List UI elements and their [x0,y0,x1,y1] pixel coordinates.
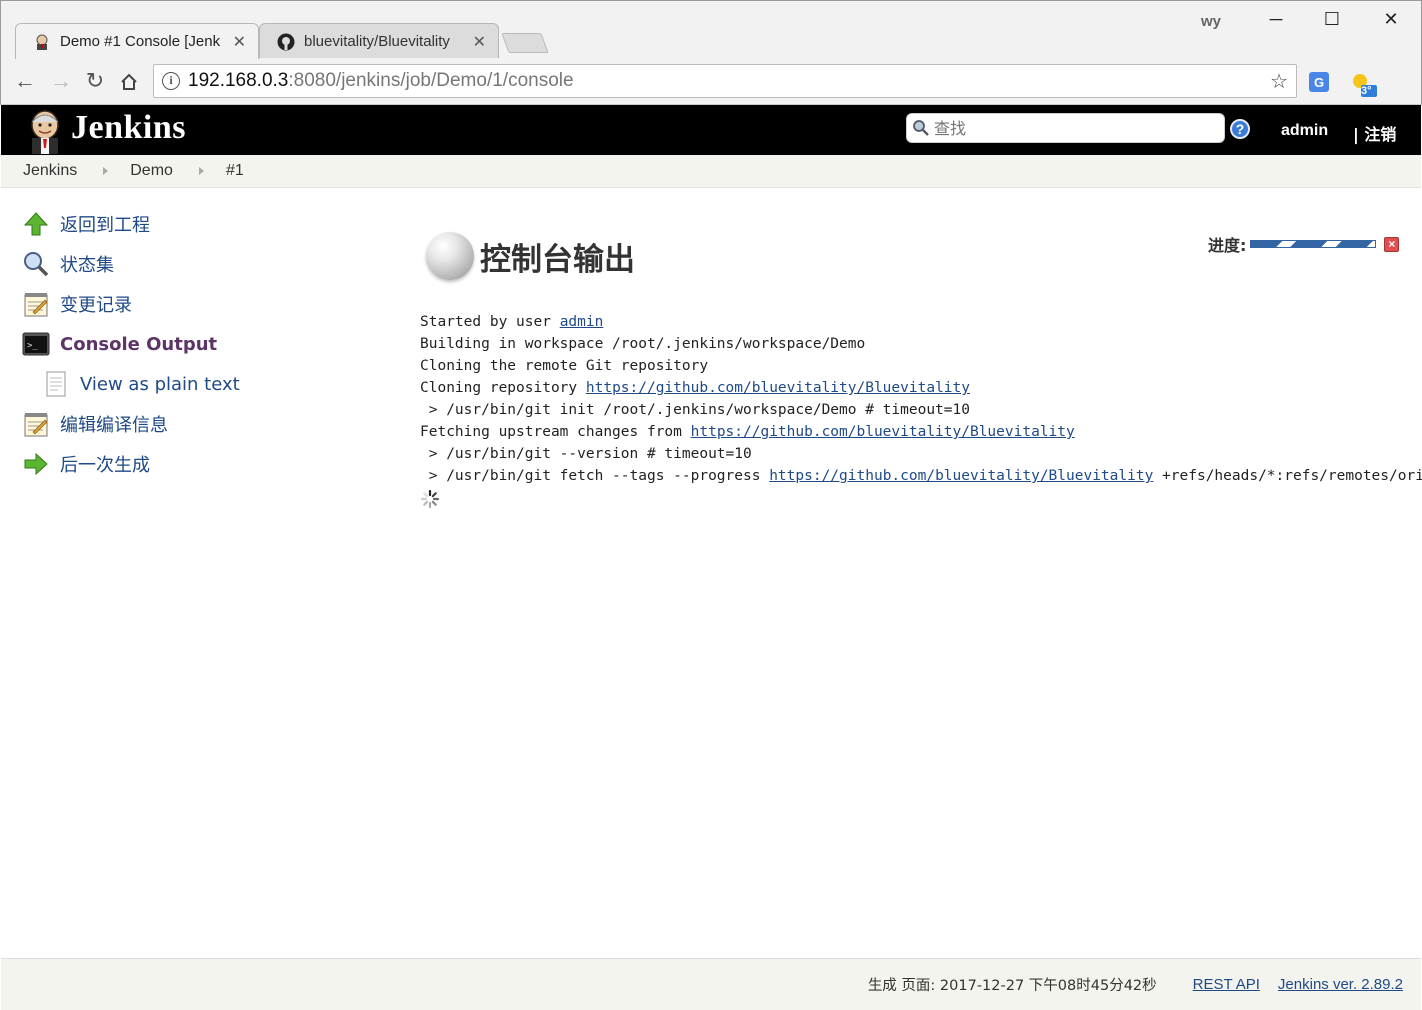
side-panel: 返回到工程 状态集 变更记录 >_ Console Output View as… [22,204,382,484]
terminal-icon: >_ [22,330,50,358]
console-link[interactable]: admin [560,314,604,330]
info-icon[interactable]: i [162,72,180,90]
console-line: Cloning the remote Git repository [420,358,709,374]
chevron-right-icon[interactable] [103,167,109,175]
browser-toolbar: ← → ↻ i 192.168.0.3:8080/jenkins/job/Dem… [0,58,1422,105]
breadcrumb-jenkins[interactable]: Jenkins [23,162,77,180]
up-arrow-icon [22,210,50,238]
browser-tab-jenkins[interactable]: Demo #1 Console [Jenk ✕ [15,23,259,59]
console-line: Cloning repository https://github.com/bl… [420,377,1410,399]
forward-arrow-icon[interactable]: → [47,68,75,96]
progress-bar [1250,240,1377,248]
next-arrow-icon [22,450,50,478]
task-changes[interactable]: 变更记录 [22,284,382,324]
console-text: +refs/heads/*:refs/remotes/origin/* [1162,468,1422,484]
chevron-right-icon[interactable] [198,167,204,175]
url-path: :8080/jenkins/job/Demo/1/console [288,70,574,91]
console-link[interactable]: https://github.com/bluevitality/Bluevita… [691,424,1075,440]
generated-timestamp: 生成 页面: 2017-12-27 下午08时45分42秒 [867,978,1157,994]
console-link[interactable]: https://github.com/bluevitality/Bluevita… [586,380,970,396]
console-text: Started by user [420,314,560,330]
tab-title: Demo #1 Console [Jenk [60,33,221,50]
breadcrumb-demo[interactable]: Demo [130,162,173,180]
profile-badge[interactable]: wy [1201,13,1221,30]
task-label[interactable]: Console Output [60,334,217,355]
console-text: Fetching upstream changes from [420,424,691,440]
task-label[interactable]: 状态集 [60,251,114,277]
reload-icon[interactable]: ↻ [81,68,109,96]
svg-text:>_: >_ [27,341,38,351]
page-title: 控制台输出 [426,232,635,280]
stop-build-icon[interactable]: × [1384,236,1400,252]
search-box [906,113,1225,143]
maximize-icon[interactable]: ☐ [1317,9,1347,30]
back-arrow-icon[interactable]: ← [11,68,39,96]
url-host: 192.168.0.3 [188,70,289,91]
search-icon [912,119,930,137]
new-tab-button[interactable] [501,33,549,53]
user-link[interactable]: admin [1281,122,1328,140]
help-icon[interactable]: ? [1230,119,1250,139]
search-input[interactable] [934,118,1214,138]
browser-tab-strip: Demo #1 Console [Jenk ✕ bluevitality/Blu… [0,0,1422,59]
task-edit-build-info[interactable]: 编辑编译信息 [22,404,382,444]
jenkins-brand[interactable]: Jenkins [71,109,186,147]
task-next-build[interactable]: 后一次生成 [22,444,382,484]
console-line: > /usr/bin/git fetch --tags --progress h… [420,465,1422,487]
weather-badge: 3° [1361,85,1372,97]
task-label[interactable]: View as plain text [80,374,240,395]
svg-text:G: G [1314,75,1324,90]
task-label[interactable]: 返回到工程 [60,211,150,237]
jenkins-header: Jenkins ? admin | 注销 [1,105,1421,155]
page-footer: 生成 页面: 2017-12-27 下午08时45分42秒 REST API J… [1,958,1421,1010]
minimize-icon[interactable]: ─ [1261,9,1291,30]
task-console-output[interactable]: >_ Console Output [22,324,382,364]
jenkins-favicon-icon [32,32,52,52]
close-icon[interactable]: ✕ [473,32,486,52]
address-bar[interactable]: i 192.168.0.3:8080/jenkins/job/Demo/1/co… [153,64,1297,98]
console-link[interactable]: https://github.com/bluevitality/Bluevita… [769,468,1153,484]
jenkins-logo-icon[interactable] [23,108,67,154]
search-icon [22,250,50,278]
page-title-text: 控制台输出 [480,241,635,278]
translate-icon[interactable]: G [1307,70,1331,94]
close-icon[interactable]: ✕ [233,32,246,52]
task-label[interactable]: 变更记录 [60,291,132,317]
task-status[interactable]: 状态集 [22,244,382,284]
browser-tab-github[interactable]: bluevitality/Bluevitality ✕ [259,23,499,59]
task-view-plain-text[interactable]: View as plain text [22,364,382,404]
console-line: > /usr/bin/git init /root/.jenkins/works… [420,402,970,418]
breadcrumb-build[interactable]: #1 [226,162,244,180]
close-window-icon[interactable]: ✕ [1376,9,1406,30]
document-icon [42,370,70,398]
build-progress: 进度: × [1208,232,1400,256]
notepad-icon [22,410,50,438]
task-label[interactable]: 编辑编译信息 [60,411,168,437]
console-output: Started by user admin Building in worksp… [420,311,1422,487]
loading-spinner-icon [420,489,440,509]
console-line: Building in workspace /root/.jenkins/wor… [420,336,866,352]
console-text: > /usr/bin/git fetch --tags --progress [420,468,770,484]
breadcrumb: Jenkins Demo #1 [1,155,1421,188]
logout-link[interactable]: | 注销 [1353,121,1396,145]
tab-title: bluevitality/Bluevitality [304,33,450,50]
console-line: Fetching upstream changes from https://g… [420,421,1410,443]
status-ball-icon [426,232,474,280]
jenkins-version-link[interactable]: Jenkins ver. 2.89.2 [1278,976,1403,993]
notepad-icon [22,290,50,318]
home-icon[interactable] [115,68,143,96]
console-text: Cloning repository [420,380,586,396]
console-line: > /usr/bin/git --version # timeout=10 [420,446,752,462]
github-icon [276,32,296,52]
console-line: Started by user admin [420,311,1410,333]
task-back-to-project[interactable]: 返回到工程 [22,204,382,244]
rest-api-link[interactable]: REST API [1193,976,1260,993]
task-label[interactable]: 后一次生成 [60,451,150,477]
progress-label: 进度: [1208,236,1247,255]
bookmark-star-icon[interactable]: ☆ [1270,69,1288,94]
